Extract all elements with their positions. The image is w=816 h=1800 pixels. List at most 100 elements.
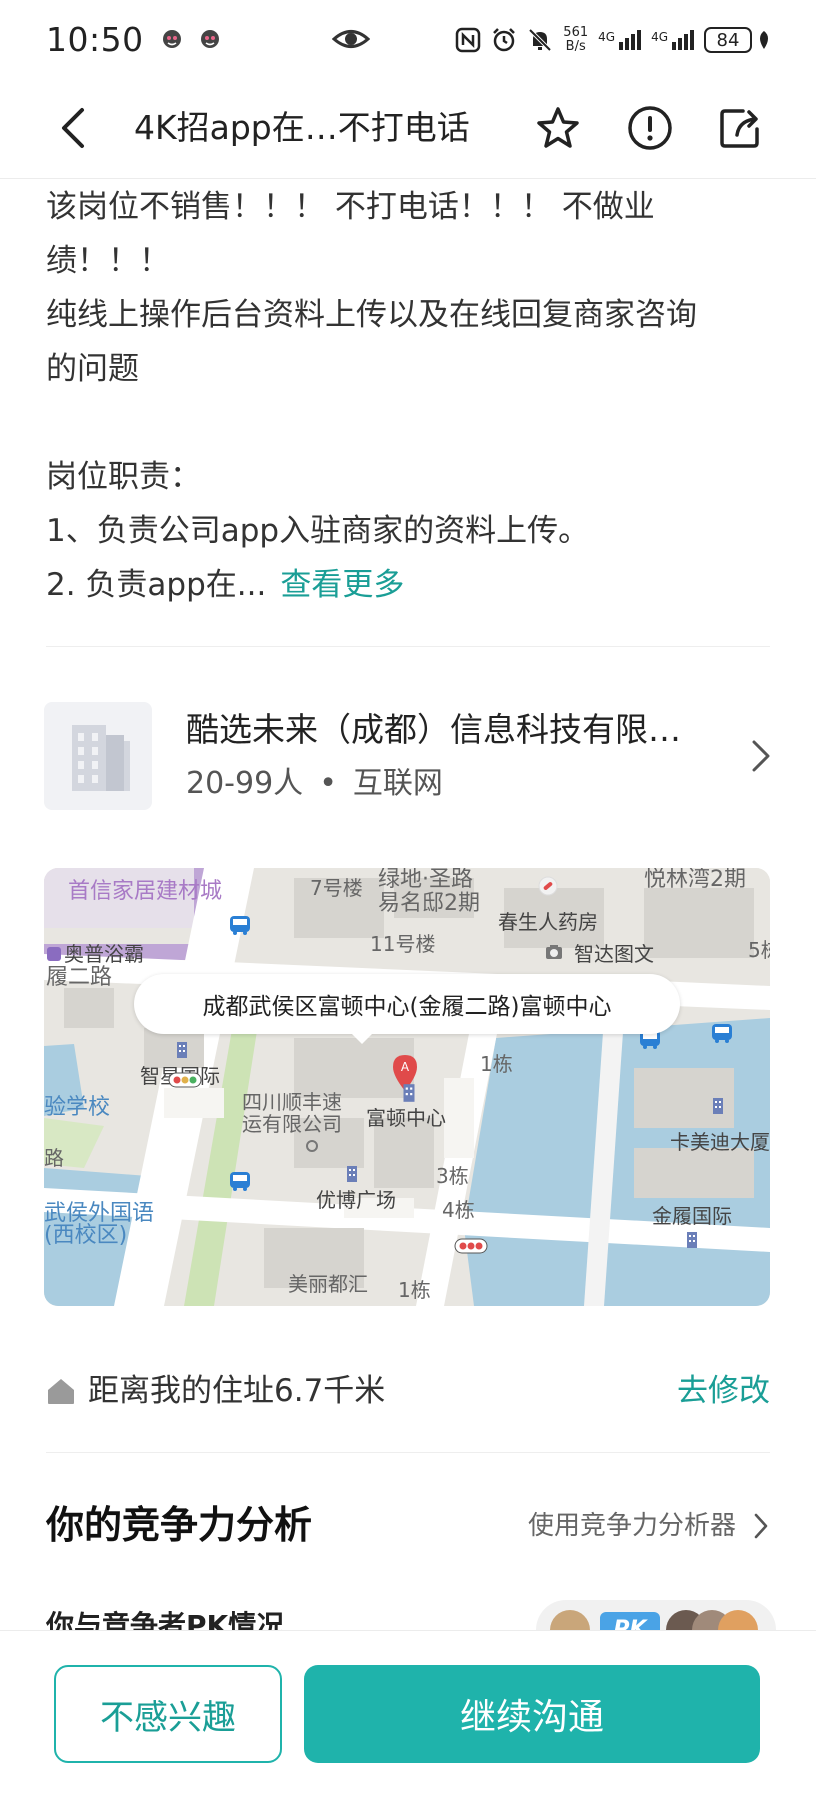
bus-stop-icon bbox=[712, 1024, 732, 1043]
description-line: 1、负责公司app入驻商家的资料上传。 bbox=[46, 513, 590, 549]
battery-icon: 84 bbox=[704, 27, 772, 53]
section-divider bbox=[46, 1452, 770, 1453]
nfc-icon bbox=[456, 27, 481, 53]
shop-poi-icon bbox=[47, 947, 61, 961]
see-more-link[interactable]: 查看更多 bbox=[280, 567, 404, 603]
header-divider bbox=[0, 178, 816, 179]
map-label: 春生人药房 bbox=[498, 910, 598, 934]
camera-icon bbox=[546, 945, 562, 959]
map-label: 悦林湾2期 bbox=[644, 868, 746, 892]
dot-icon bbox=[306, 1140, 318, 1152]
description-line: 岗位职责： bbox=[46, 459, 201, 495]
building-poi-icon bbox=[713, 1098, 723, 1114]
description-line: 绩！！！ bbox=[46, 243, 170, 279]
map-label: 卡美迪大厦 bbox=[670, 1130, 770, 1154]
map-label: 运有限公司 bbox=[242, 1112, 342, 1136]
continue-chat-button[interactable]: 继续沟通 bbox=[304, 1665, 760, 1763]
app-notification-icon bbox=[200, 30, 219, 48]
map-label: 四川顺丰速 bbox=[242, 1090, 342, 1114]
section-divider bbox=[46, 646, 770, 647]
alert-icon bbox=[628, 106, 672, 150]
status-bar: 10:50 561 B/s 4G 4G 84 bbox=[0, 0, 816, 78]
distance-row: 距离我的住址6.7千米 去修改 bbox=[46, 1368, 770, 1414]
map-label: 首信家居建材城 bbox=[68, 879, 223, 904]
job-description: 该岗位不销售！！！ 不打电话！！！ 不做业 绩！！！ 纯线上操作后台资料上传以及… bbox=[46, 180, 776, 612]
pk-label: 你与竞争者PK情况 bbox=[46, 1609, 285, 1630]
favorite-button[interactable] bbox=[530, 100, 586, 156]
pharmacy-icon bbox=[538, 876, 558, 896]
description-blank-line bbox=[46, 396, 776, 450]
map-label: 奥普浴霸 bbox=[64, 942, 144, 966]
back-button[interactable] bbox=[50, 100, 94, 156]
company-name: 酷选未来（成都）信息科技有限… bbox=[186, 710, 681, 749]
leaf-icon bbox=[760, 31, 768, 49]
bus-stop-icon bbox=[230, 916, 250, 935]
svg-text:A: A bbox=[401, 1060, 410, 1074]
callout-tail bbox=[350, 1032, 374, 1044]
map-label: 易名邸2期 bbox=[378, 891, 480, 916]
map-label: 4栋 bbox=[442, 1198, 475, 1222]
building-poi-icon bbox=[687, 1232, 697, 1248]
page-title: 4K招app在…不打电话 bbox=[134, 108, 470, 147]
status-right: 561 B/s 4G 4G 84 bbox=[455, 18, 772, 62]
competitiveness-analyzer-link[interactable]: 使用竞争力分析器 bbox=[528, 1506, 770, 1546]
signal-label: 4G bbox=[651, 30, 668, 44]
description-line: 的问题 bbox=[46, 351, 139, 387]
app-header: 4K招app在…不打电话 bbox=[0, 78, 816, 178]
company-industry: 互联网 bbox=[352, 766, 443, 801]
map-label: 5栋 bbox=[748, 938, 770, 962]
map-label: 7号楼 bbox=[310, 876, 363, 900]
building-icon bbox=[72, 725, 130, 791]
map-label: 路 bbox=[44, 1146, 64, 1170]
signal-label: 4G bbox=[598, 30, 616, 44]
description-truncated-line: 2. 负责app在... 查看更多 bbox=[46, 558, 776, 612]
star-icon bbox=[537, 107, 579, 148]
notification-icons bbox=[160, 27, 222, 51]
company-card[interactable]: 酷选未来（成都）信息科技有限… 20-99人 • 互联网 bbox=[44, 700, 774, 812]
map-label: 美丽都汇 bbox=[288, 1272, 368, 1296]
map-label: (西校区) bbox=[44, 1223, 128, 1248]
status-time: 10:50 bbox=[46, 19, 144, 59]
bus-stop-icon bbox=[230, 1172, 250, 1191]
pk-avatars[interactable]: PK bbox=[536, 1600, 776, 1630]
report-button[interactable] bbox=[622, 100, 678, 156]
competitiveness-link-text: 使用竞争力分析器 bbox=[527, 1511, 736, 1541]
company-logo bbox=[44, 702, 152, 810]
map-label: 11号楼 bbox=[370, 932, 436, 956]
traffic-light-icon bbox=[454, 1238, 488, 1254]
map-label: 履二路 bbox=[46, 965, 113, 990]
signal-icon: 4G bbox=[651, 30, 694, 50]
meta-separator: • bbox=[319, 766, 337, 801]
map-label: 3栋 bbox=[436, 1164, 469, 1188]
map-label: 验学校 bbox=[44, 1095, 111, 1120]
share-icon bbox=[720, 109, 759, 148]
chevron-right-icon bbox=[754, 1513, 768, 1539]
net-speed-value: 561 bbox=[563, 25, 589, 40]
location-map[interactable]: 首信家居建材城 7号楼 绿地·圣路 易名邸2期 悦林湾2期 春生人药房 11号楼… bbox=[44, 868, 770, 1306]
building-poi-icon bbox=[347, 1166, 357, 1182]
mute-bell-icon bbox=[528, 28, 552, 52]
bottom-action-bar: 不感兴趣 继续沟通 bbox=[0, 1630, 816, 1800]
net-speed-unit: B/s bbox=[565, 39, 586, 54]
chevron-right-icon bbox=[752, 740, 770, 772]
map-label: 智达图文 bbox=[574, 942, 654, 966]
map-label: 1栋 bbox=[480, 1052, 513, 1076]
home-icon bbox=[48, 1379, 74, 1404]
app-notification-icon bbox=[162, 30, 181, 48]
map-callout: 成都武侯区富顿中心(金履二路)富顿中心 bbox=[134, 974, 680, 1034]
description-line: 该岗位不销售！！！ 不打电话！！！ 不做业 bbox=[46, 189, 655, 225]
avatar-group: PK bbox=[550, 1610, 758, 1630]
description-truncated-text: 2. 负责app在... bbox=[46, 567, 267, 603]
map-label: 1栋 bbox=[398, 1278, 431, 1302]
net-speed: 561 B/s bbox=[563, 26, 588, 54]
share-button[interactable] bbox=[712, 100, 768, 156]
traffic-light-icon bbox=[168, 1072, 202, 1088]
company-meta: 20-99人 • 互联网 bbox=[186, 764, 443, 804]
map-label: 绿地·圣路 bbox=[378, 868, 473, 892]
battery-level: 84 bbox=[704, 27, 752, 53]
company-size: 20-99人 bbox=[186, 766, 304, 801]
signal-icon: 4G bbox=[598, 30, 642, 50]
modify-address-link[interactable]: 去修改 bbox=[677, 1368, 770, 1414]
not-interested-button[interactable]: 不感兴趣 bbox=[54, 1665, 282, 1763]
competitiveness-title: 你的竞争力分析 bbox=[46, 1503, 313, 1547]
